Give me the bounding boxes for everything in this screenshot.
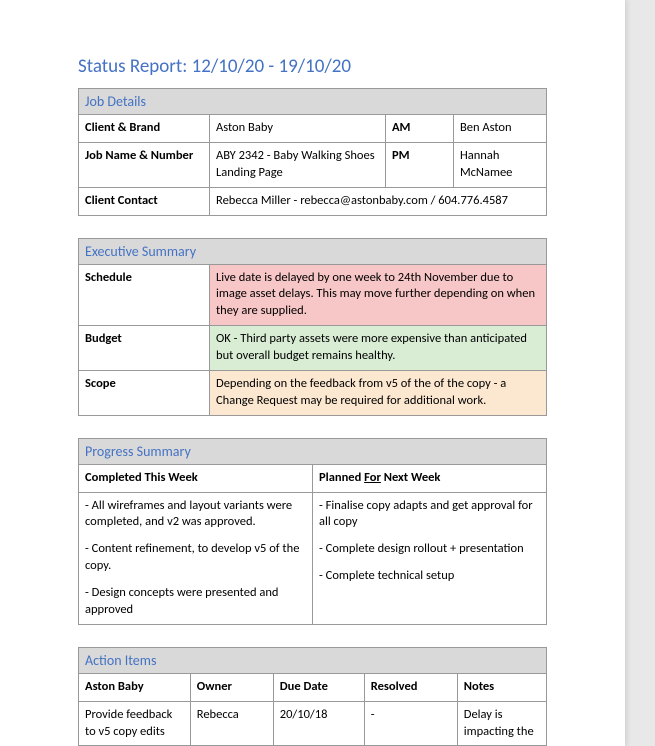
label-pm: PM [385, 142, 453, 187]
document-page: Status Report: 12/10/20 - 19/10/20 Job D… [0, 0, 625, 746]
planned-underlined: For [364, 470, 381, 485]
table-row: Completed This Week Planned For Next Wee… [79, 464, 547, 492]
page-title: Status Report: 12/10/20 - 19/10/20 [78, 55, 547, 78]
action-owner: Rebecca [190, 701, 273, 746]
label-budget: Budget [79, 326, 210, 371]
job-details-header: Job Details [78, 88, 547, 114]
value-pm: Hannah McNamee [453, 142, 546, 187]
table-row: Budget OK - Third party assets were more… [79, 326, 547, 371]
header-due: Due Date [273, 673, 364, 701]
action-task: Provide feedback to v5 copy edits [79, 701, 191, 746]
value-client-contact: Rebecca Miller - rebecca@astonbaby.com /… [210, 187, 547, 215]
table-row: Aston Baby Owner Due Date Resolved Notes [79, 673, 547, 701]
table-row: Scope Depending on the feedback from v5 … [79, 370, 547, 415]
header-group: Aston Baby [79, 673, 191, 701]
table-row: Provide feedback to v5 copy edits Rebecc… [79, 701, 547, 746]
completed-line: - All wireframes and layout variants wer… [85, 498, 306, 532]
value-job-name-number: ABY 2342 - Baby Walking Shoes Landing Pa… [210, 142, 386, 187]
header-resolved: Resolved [364, 673, 457, 701]
planned-line: - Complete design rollout + presentation [319, 541, 540, 558]
table-row: Client & Brand Aston Baby AM Ben Aston [79, 115, 547, 143]
header-planned: Planned For Next Week [313, 464, 547, 492]
action-resolved: - [364, 701, 457, 746]
label-job-name-number: Job Name & Number [79, 142, 210, 187]
label-scope: Scope [79, 370, 210, 415]
action-notes: Delay is impacting the [457, 701, 546, 746]
label-client-brand: Client & Brand [79, 115, 210, 143]
table-row: - All wireframes and layout variants wer… [79, 492, 547, 624]
label-am: AM [385, 115, 453, 143]
cell-planned: - Finalise copy adapts and get approval … [313, 492, 547, 624]
planned-suffix: Next Week [381, 470, 441, 485]
action-items-header: Action Items [78, 647, 547, 673]
cell-completed: - All wireframes and layout variants wer… [79, 492, 313, 624]
table-row: Client Contact Rebecca Miller - rebecca@… [79, 187, 547, 215]
label-client-contact: Client Contact [79, 187, 210, 215]
value-scope: Depending on the feedback from v5 of the… [210, 370, 547, 415]
progress-summary-header: Progress Summary [78, 438, 547, 464]
table-row: Job Name & Number ABY 2342 - Baby Walkin… [79, 142, 547, 187]
label-schedule: Schedule [79, 264, 210, 326]
executive-summary-header: Executive Summary [78, 238, 547, 264]
completed-line: - Content refinement, to develop v5 of t… [85, 541, 306, 575]
header-completed: Completed This Week [79, 464, 313, 492]
value-schedule: Live date is delayed by one week to 24th… [210, 264, 547, 326]
completed-line: - Design concepts were presented and app… [85, 585, 306, 619]
action-items-table: Aston Baby Owner Due Date Resolved Notes… [78, 673, 547, 746]
table-row: Schedule Live date is delayed by one wee… [79, 264, 547, 326]
executive-summary-table: Schedule Live date is delayed by one wee… [78, 264, 547, 416]
planned-line: - Complete technical setup [319, 568, 540, 585]
value-am: Ben Aston [453, 115, 546, 143]
value-budget: OK - Third party assets were more expens… [210, 326, 547, 371]
job-details-table: Client & Brand Aston Baby AM Ben Aston J… [78, 114, 547, 216]
value-client-brand: Aston Baby [210, 115, 386, 143]
planned-line: - Finalise copy adapts and get approval … [319, 498, 540, 532]
header-notes: Notes [457, 673, 546, 701]
progress-summary-table: Completed This Week Planned For Next Wee… [78, 464, 547, 625]
action-due: 20/10/18 [273, 701, 364, 746]
planned-prefix: Planned [319, 470, 364, 485]
header-owner: Owner [190, 673, 273, 701]
content-area: Status Report: 12/10/20 - 19/10/20 Job D… [0, 55, 625, 746]
